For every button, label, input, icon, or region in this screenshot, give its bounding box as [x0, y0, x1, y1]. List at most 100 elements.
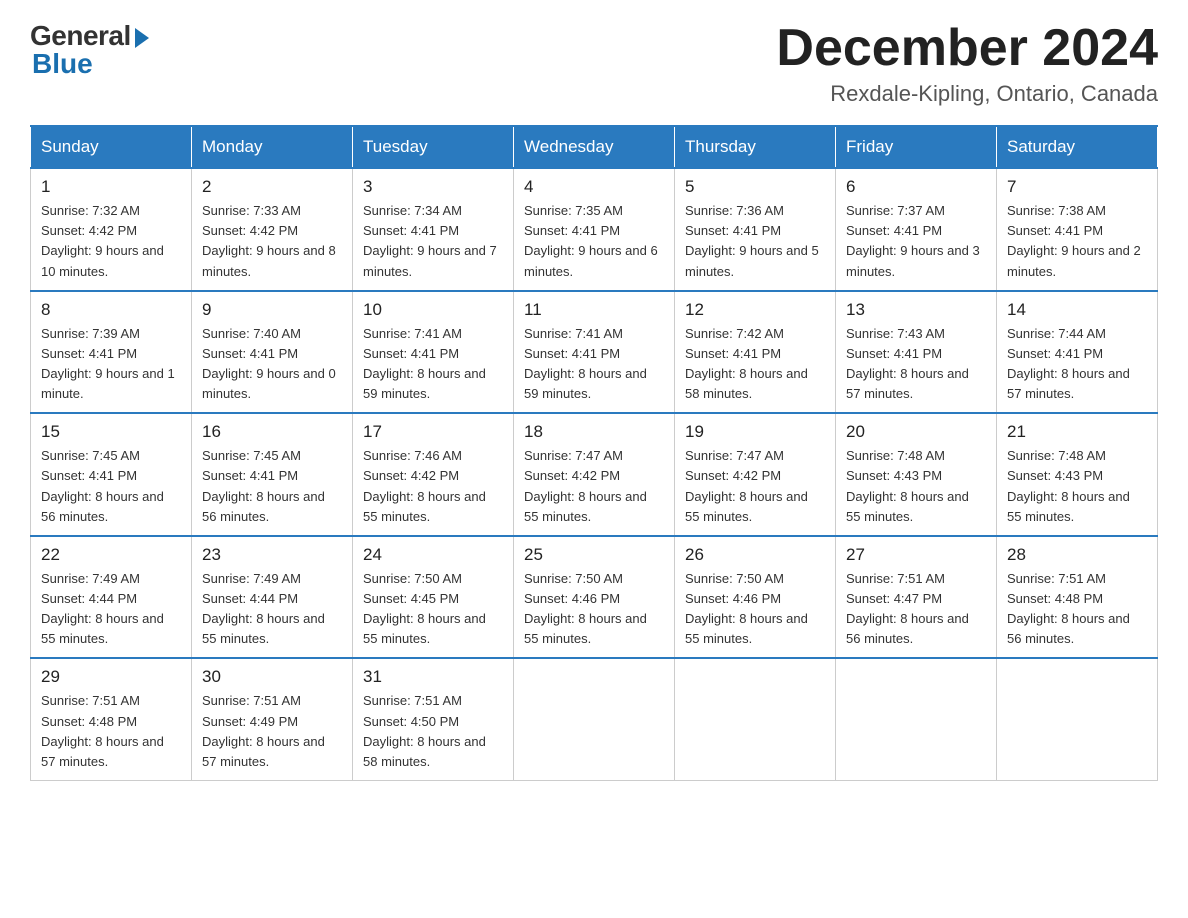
- header-friday: Friday: [836, 126, 997, 168]
- day-info: Sunrise: 7:50 AMSunset: 4:46 PMDaylight:…: [685, 571, 808, 646]
- day-info: Sunrise: 7:47 AMSunset: 4:42 PMDaylight:…: [685, 448, 808, 523]
- day-number: 28: [1007, 545, 1147, 565]
- day-info: Sunrise: 7:43 AMSunset: 4:41 PMDaylight:…: [846, 326, 969, 401]
- month-title: December 2024: [776, 20, 1158, 77]
- day-info: Sunrise: 7:48 AMSunset: 4:43 PMDaylight:…: [1007, 448, 1130, 523]
- table-row: 1 Sunrise: 7:32 AMSunset: 4:42 PMDayligh…: [31, 168, 192, 291]
- day-number: 31: [363, 667, 503, 687]
- day-info: Sunrise: 7:34 AMSunset: 4:41 PMDaylight:…: [363, 203, 497, 278]
- day-info: Sunrise: 7:45 AMSunset: 4:41 PMDaylight:…: [202, 448, 325, 523]
- table-row: 5 Sunrise: 7:36 AMSunset: 4:41 PMDayligh…: [675, 168, 836, 291]
- day-number: 23: [202, 545, 342, 565]
- day-info: Sunrise: 7:41 AMSunset: 4:41 PMDaylight:…: [363, 326, 486, 401]
- table-row: 24 Sunrise: 7:50 AMSunset: 4:45 PMDaylig…: [353, 536, 514, 659]
- calendar-week-row: 8 Sunrise: 7:39 AMSunset: 4:41 PMDayligh…: [31, 291, 1158, 414]
- table-row: 26 Sunrise: 7:50 AMSunset: 4:46 PMDaylig…: [675, 536, 836, 659]
- day-number: 21: [1007, 422, 1147, 442]
- day-number: 10: [363, 300, 503, 320]
- day-info: Sunrise: 7:51 AMSunset: 4:50 PMDaylight:…: [363, 693, 486, 768]
- day-number: 13: [846, 300, 986, 320]
- table-row: [836, 658, 997, 780]
- table-row: [514, 658, 675, 780]
- table-row: 22 Sunrise: 7:49 AMSunset: 4:44 PMDaylig…: [31, 536, 192, 659]
- page-header: General Blue December 2024 Rexdale-Kipli…: [30, 20, 1158, 107]
- table-row: 11 Sunrise: 7:41 AMSunset: 4:41 PMDaylig…: [514, 291, 675, 414]
- table-row: 4 Sunrise: 7:35 AMSunset: 4:41 PMDayligh…: [514, 168, 675, 291]
- day-number: 30: [202, 667, 342, 687]
- day-info: Sunrise: 7:50 AMSunset: 4:46 PMDaylight:…: [524, 571, 647, 646]
- day-info: Sunrise: 7:49 AMSunset: 4:44 PMDaylight:…: [202, 571, 325, 646]
- logo-arrow-icon: [135, 28, 149, 48]
- day-info: Sunrise: 7:46 AMSunset: 4:42 PMDaylight:…: [363, 448, 486, 523]
- table-row: 2 Sunrise: 7:33 AMSunset: 4:42 PMDayligh…: [192, 168, 353, 291]
- day-info: Sunrise: 7:51 AMSunset: 4:48 PMDaylight:…: [41, 693, 164, 768]
- day-number: 16: [202, 422, 342, 442]
- day-info: Sunrise: 7:50 AMSunset: 4:45 PMDaylight:…: [363, 571, 486, 646]
- calendar-week-row: 29 Sunrise: 7:51 AMSunset: 4:48 PMDaylig…: [31, 658, 1158, 780]
- day-info: Sunrise: 7:41 AMSunset: 4:41 PMDaylight:…: [524, 326, 647, 401]
- table-row: 29 Sunrise: 7:51 AMSunset: 4:48 PMDaylig…: [31, 658, 192, 780]
- day-number: 20: [846, 422, 986, 442]
- day-number: 8: [41, 300, 181, 320]
- table-row: 7 Sunrise: 7:38 AMSunset: 4:41 PMDayligh…: [997, 168, 1158, 291]
- table-row: 16 Sunrise: 7:45 AMSunset: 4:41 PMDaylig…: [192, 413, 353, 536]
- day-number: 1: [41, 177, 181, 197]
- table-row: 17 Sunrise: 7:46 AMSunset: 4:42 PMDaylig…: [353, 413, 514, 536]
- day-number: 18: [524, 422, 664, 442]
- day-number: 19: [685, 422, 825, 442]
- day-number: 9: [202, 300, 342, 320]
- table-row: 6 Sunrise: 7:37 AMSunset: 4:41 PMDayligh…: [836, 168, 997, 291]
- calendar-header-row: Sunday Monday Tuesday Wednesday Thursday…: [31, 126, 1158, 168]
- table-row: 27 Sunrise: 7:51 AMSunset: 4:47 PMDaylig…: [836, 536, 997, 659]
- table-row: 31 Sunrise: 7:51 AMSunset: 4:50 PMDaylig…: [353, 658, 514, 780]
- table-row: 9 Sunrise: 7:40 AMSunset: 4:41 PMDayligh…: [192, 291, 353, 414]
- table-row: [997, 658, 1158, 780]
- logo-blue-text: Blue: [32, 48, 93, 80]
- day-number: 15: [41, 422, 181, 442]
- table-row: 23 Sunrise: 7:49 AMSunset: 4:44 PMDaylig…: [192, 536, 353, 659]
- calendar-week-row: 22 Sunrise: 7:49 AMSunset: 4:44 PMDaylig…: [31, 536, 1158, 659]
- table-row: 28 Sunrise: 7:51 AMSunset: 4:48 PMDaylig…: [997, 536, 1158, 659]
- table-row: 14 Sunrise: 7:44 AMSunset: 4:41 PMDaylig…: [997, 291, 1158, 414]
- day-info: Sunrise: 7:49 AMSunset: 4:44 PMDaylight:…: [41, 571, 164, 646]
- day-number: 25: [524, 545, 664, 565]
- day-number: 2: [202, 177, 342, 197]
- day-info: Sunrise: 7:32 AMSunset: 4:42 PMDaylight:…: [41, 203, 164, 278]
- day-info: Sunrise: 7:37 AMSunset: 4:41 PMDaylight:…: [846, 203, 980, 278]
- day-info: Sunrise: 7:39 AMSunset: 4:41 PMDaylight:…: [41, 326, 175, 401]
- day-info: Sunrise: 7:35 AMSunset: 4:41 PMDaylight:…: [524, 203, 658, 278]
- day-info: Sunrise: 7:42 AMSunset: 4:41 PMDaylight:…: [685, 326, 808, 401]
- location-subtitle: Rexdale-Kipling, Ontario, Canada: [776, 81, 1158, 107]
- day-number: 22: [41, 545, 181, 565]
- header-sunday: Sunday: [31, 126, 192, 168]
- table-row: 21 Sunrise: 7:48 AMSunset: 4:43 PMDaylig…: [997, 413, 1158, 536]
- header-wednesday: Wednesday: [514, 126, 675, 168]
- table-row: 8 Sunrise: 7:39 AMSunset: 4:41 PMDayligh…: [31, 291, 192, 414]
- day-info: Sunrise: 7:45 AMSunset: 4:41 PMDaylight:…: [41, 448, 164, 523]
- day-info: Sunrise: 7:51 AMSunset: 4:48 PMDaylight:…: [1007, 571, 1130, 646]
- table-row: 10 Sunrise: 7:41 AMSunset: 4:41 PMDaylig…: [353, 291, 514, 414]
- day-number: 3: [363, 177, 503, 197]
- day-info: Sunrise: 7:51 AMSunset: 4:49 PMDaylight:…: [202, 693, 325, 768]
- header-monday: Monday: [192, 126, 353, 168]
- calendar-table: Sunday Monday Tuesday Wednesday Thursday…: [30, 125, 1158, 781]
- day-number: 12: [685, 300, 825, 320]
- table-row: 30 Sunrise: 7:51 AMSunset: 4:49 PMDaylig…: [192, 658, 353, 780]
- table-row: 18 Sunrise: 7:47 AMSunset: 4:42 PMDaylig…: [514, 413, 675, 536]
- calendar-week-row: 1 Sunrise: 7:32 AMSunset: 4:42 PMDayligh…: [31, 168, 1158, 291]
- day-number: 24: [363, 545, 503, 565]
- table-row: 12 Sunrise: 7:42 AMSunset: 4:41 PMDaylig…: [675, 291, 836, 414]
- day-number: 5: [685, 177, 825, 197]
- title-section: December 2024 Rexdale-Kipling, Ontario, …: [776, 20, 1158, 107]
- header-saturday: Saturday: [997, 126, 1158, 168]
- table-row: 13 Sunrise: 7:43 AMSunset: 4:41 PMDaylig…: [836, 291, 997, 414]
- day-info: Sunrise: 7:44 AMSunset: 4:41 PMDaylight:…: [1007, 326, 1130, 401]
- table-row: [675, 658, 836, 780]
- day-number: 17: [363, 422, 503, 442]
- day-info: Sunrise: 7:40 AMSunset: 4:41 PMDaylight:…: [202, 326, 336, 401]
- day-info: Sunrise: 7:47 AMSunset: 4:42 PMDaylight:…: [524, 448, 647, 523]
- day-number: 29: [41, 667, 181, 687]
- table-row: 3 Sunrise: 7:34 AMSunset: 4:41 PMDayligh…: [353, 168, 514, 291]
- day-info: Sunrise: 7:48 AMSunset: 4:43 PMDaylight:…: [846, 448, 969, 523]
- day-number: 26: [685, 545, 825, 565]
